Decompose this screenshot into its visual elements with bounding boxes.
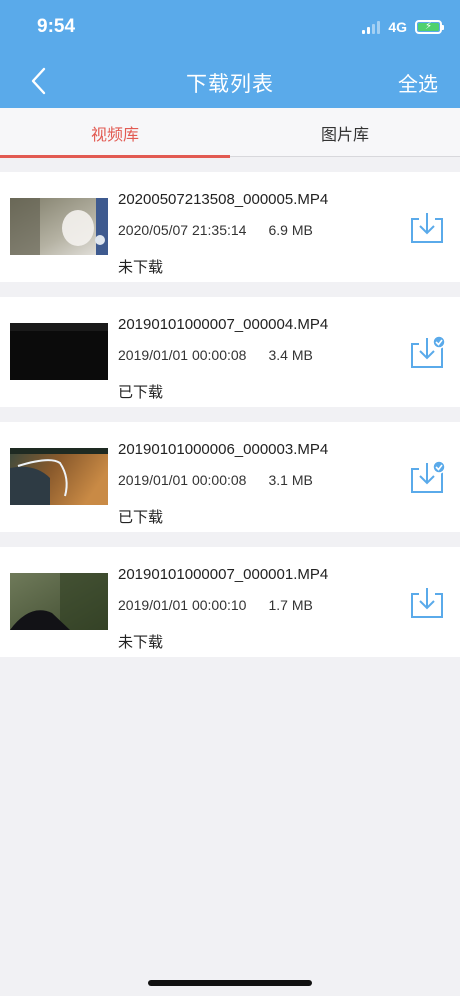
downloaded-check-icon[interactable] (408, 460, 446, 496)
library-tabs: 视频库 图片库 (0, 108, 460, 158)
file-size: 6.9 MB (268, 222, 313, 238)
tab-label: 视频库 (90, 126, 139, 144)
tab-video-library[interactable]: 视频库 (0, 108, 230, 158)
download-icon[interactable] (408, 210, 446, 246)
video-thumbnail (10, 573, 108, 630)
home-indicator[interactable] (148, 980, 312, 986)
status-time: 9:54 (37, 16, 76, 37)
download-icon[interactable] (408, 585, 446, 621)
download-status: 未下载 (118, 634, 164, 651)
file-size: 3.4 MB (268, 347, 313, 363)
app-header: 9:54 4G ⚡ 下载列表 全选 (0, 0, 460, 108)
tab-label: 图片库 (320, 126, 369, 144)
file-date: 2019/01/01 00:00:10 (118, 597, 247, 613)
active-tab-indicator (0, 155, 230, 158)
list-item[interactable]: 20190101000007_000001.MP4 2019/01/01 00:… (0, 547, 460, 657)
tab-image-library[interactable]: 图片库 (230, 108, 460, 157)
network-type: 4G (388, 19, 407, 35)
file-meta: 2019/01/01 00:00:10 1.7 MB (118, 597, 313, 613)
file-name: 20190101000007_000004.MP4 (118, 316, 329, 333)
battery-icon: ⚡ (415, 20, 444, 34)
video-list: 20200507213508_000005.MP4 2020/05/07 21:… (0, 172, 460, 672)
file-meta: 2019/01/01 00:00:08 3.1 MB (118, 472, 313, 488)
download-status: 未下载 (118, 259, 164, 276)
file-meta: 2019/01/01 00:00:08 3.4 MB (118, 347, 313, 363)
list-item[interactable]: 20200507213508_000005.MP4 2020/05/07 21:… (0, 172, 460, 282)
video-thumbnail (10, 323, 108, 380)
file-name: 20190101000007_000001.MP4 (118, 566, 329, 583)
file-date: 2020/05/07 21:35:14 (118, 222, 247, 238)
video-thumbnail (10, 448, 108, 505)
select-all-button[interactable]: 全选 (398, 68, 438, 97)
status-indicators: 4G ⚡ (362, 19, 444, 35)
file-meta: 2020/05/07 21:35:14 6.9 MB (118, 222, 313, 238)
download-status: 已下载 (118, 509, 164, 526)
list-item[interactable]: 20190101000007_000004.MP4 2019/01/01 00:… (0, 297, 460, 407)
file-name: 20200507213508_000005.MP4 (118, 191, 329, 208)
list-item[interactable]: 20190101000006_000003.MP4 2019/01/01 00:… (0, 422, 460, 532)
file-size: 3.1 MB (268, 472, 313, 488)
file-date: 2019/01/01 00:00:08 (118, 472, 247, 488)
downloaded-check-icon[interactable] (408, 335, 446, 371)
file-size: 1.7 MB (268, 597, 313, 613)
file-name: 20190101000006_000003.MP4 (118, 441, 329, 458)
file-date: 2019/01/01 00:00:08 (118, 347, 247, 363)
download-status: 已下载 (118, 384, 164, 401)
signal-icon (362, 20, 381, 34)
page-title: 下载列表 (186, 73, 274, 96)
video-thumbnail (10, 198, 108, 255)
